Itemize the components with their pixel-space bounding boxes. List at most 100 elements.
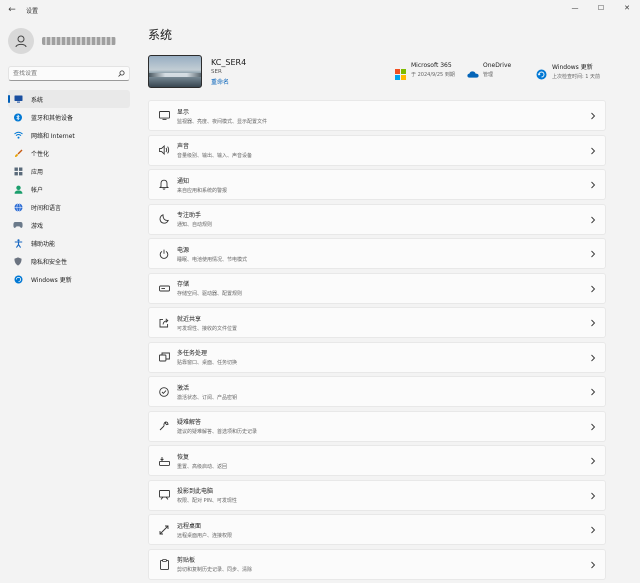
chevron-right-icon	[591, 457, 596, 465]
row-title: 通知	[177, 177, 190, 185]
settings-row-project-to-pc[interactable]: 投影到此电脑 权限、配对 PIN、可发现性	[148, 479, 606, 511]
page-title: 系统	[148, 28, 173, 42]
settings-row-remote-desktop[interactable]: 远程桌面 远程桌面用户、连接权限	[148, 514, 606, 545]
user-profile[interactable]	[8, 28, 116, 54]
row-title: 远程桌面	[177, 522, 202, 530]
sidebar-item-privacy[interactable]: 隐私和安全性	[8, 252, 130, 270]
sidebar-item-label: 网络和 Internet	[31, 132, 75, 140]
sidebar-item-accounts[interactable]: 帐户	[8, 180, 130, 198]
row-description: 激活状态、订阅、产品密钥	[177, 394, 238, 401]
row-description: 来自应用和系统的警报	[177, 187, 228, 194]
row-title: 存储	[177, 281, 190, 288]
sidebar-item-label: 应用	[31, 168, 44, 176]
sidebar-item-accessibility[interactable]: 辅助功能	[8, 234, 130, 252]
quick-onedrive[interactable]: OneDrive 管理	[467, 62, 511, 78]
chevron-right-icon	[591, 250, 596, 258]
settings-row-activation[interactable]: 激活 激活状态、订阅、产品密钥	[148, 376, 606, 407]
sidebar-item-system[interactable]: 系统	[8, 90, 130, 108]
power-icon	[158, 248, 170, 260]
minimize-button[interactable]: —	[562, 0, 588, 16]
sidebar-item-apps[interactable]: 应用	[8, 162, 130, 180]
desktop-wallpaper-thumbnail	[148, 55, 202, 88]
settings-row-multitasking[interactable]: 多任务处理 贴靠窗口、桌面、任务切换	[148, 341, 606, 373]
gamepad-icon	[13, 220, 23, 230]
back-button[interactable]: ←	[4, 2, 20, 18]
settings-row-clipboard[interactable]: 剪贴板 剪切和复制历史记录、同步、清除	[148, 548, 606, 580]
settings-row-display[interactable]: 显示 监视器、亮度、夜间模式、显示配置文件	[148, 100, 606, 131]
window-controls: — ☐ ✕	[562, 0, 640, 16]
update-icon	[13, 274, 23, 284]
sidebar-item-network[interactable]: 网络和 Internet	[8, 126, 130, 144]
row-description: 远程桌面用户、连接权限	[177, 532, 233, 539]
search-icon[interactable]	[117, 70, 125, 78]
quick-microsoft365[interactable]: Microsoft 365 于 2024/9/25 到期	[395, 62, 455, 80]
row-title: 电源	[177, 246, 190, 254]
row-description: 睡眠、电池使用情况、节电模式	[177, 256, 248, 263]
row-description: 监视器、亮度、夜间模式、显示配置文件	[177, 118, 268, 125]
sidebar-item-gaming[interactable]: 游戏	[8, 216, 130, 234]
row-title: 激活	[177, 384, 190, 392]
quick-title: OneDrive	[483, 62, 512, 69]
chevron-right-icon	[591, 112, 596, 120]
row-title: 多任务处理	[177, 350, 208, 357]
chevron-right-icon	[591, 147, 596, 154]
chevron-right-icon	[591, 181, 596, 189]
display-icon	[158, 110, 170, 122]
chevron-right-icon	[591, 423, 596, 430]
row-title: 显示	[177, 108, 190, 116]
settings-row-storage[interactable]: 存储 存储空间、驱动器、配置规则	[148, 272, 606, 304]
chevron-right-icon	[591, 354, 596, 361]
sidebar-item-label: Windows 更新	[31, 276, 72, 284]
sidebar-item-label: 隐私和安全性	[31, 258, 68, 266]
row-title: 声音	[177, 143, 190, 150]
row-title: 就近共享	[177, 315, 202, 323]
close-button[interactable]: ✕	[614, 0, 640, 16]
row-title: 疑难解答	[177, 419, 202, 426]
settings-row-notifications[interactable]: 通知 来自应用和系统的警报	[148, 169, 606, 200]
settings-row-power[interactable]: 电源 睡眠、电池使用情况、节电模式	[148, 238, 606, 269]
quick-subtitle: 管理	[483, 72, 494, 78]
storage-icon	[158, 282, 170, 294]
quick-windows-update[interactable]: Windows 更新 上次检查时间: 1 天前	[536, 62, 600, 80]
device-card: KC_SER4 SER 重命名	[148, 55, 246, 88]
project-icon	[158, 489, 170, 501]
person-icon	[15, 35, 27, 48]
remote-icon	[158, 524, 170, 536]
recovery-icon	[158, 455, 170, 467]
user-name-redacted	[42, 37, 116, 45]
settings-row-troubleshoot[interactable]: 疑难解答 建议的疑难解答、首选项和历史记录	[148, 410, 606, 442]
multitask-icon	[158, 351, 170, 363]
maximize-button[interactable]: ☐	[588, 0, 614, 16]
rename-link[interactable]: 重命名	[211, 77, 246, 86]
wrench-icon	[158, 420, 170, 432]
microsoft-logo-icon	[395, 65, 406, 80]
row-title: 专注助手	[177, 212, 202, 219]
sidebar-item-windows-update[interactable]: Windows 更新	[8, 270, 130, 288]
settings-row-sound[interactable]: 声音 音量级别、输出、输入、声音设备	[148, 134, 606, 166]
row-description: 建议的疑难解答、首选项和历史记录	[177, 429, 258, 435]
cloud-icon	[467, 65, 479, 78]
chevron-right-icon	[591, 388, 596, 396]
search-input[interactable]	[13, 70, 117, 77]
device-model: SER	[211, 68, 222, 75]
settings-row-focus-assist[interactable]: 专注助手 通知、自动规则	[148, 203, 606, 235]
chevron-right-icon	[591, 492, 596, 499]
search-box[interactable]	[8, 66, 130, 81]
check-circle-icon	[158, 386, 170, 398]
sidebar-item-time-language[interactable]: 时间和语言	[8, 198, 130, 216]
row-title: 恢复	[177, 453, 190, 461]
sidebar-nav: 系统 蓝牙和其他设备 网络和 Internet 个性化 应用 帐户 时间和语言 …	[8, 90, 130, 288]
accessibility-icon	[13, 238, 23, 248]
sidebar-item-label: 系统	[31, 96, 44, 104]
sidebar-item-personalization[interactable]: 个性化	[8, 144, 130, 162]
account-icon	[13, 184, 23, 194]
sidebar-item-bluetooth[interactable]: 蓝牙和其他设备	[8, 108, 130, 126]
row-description: 贴靠窗口、桌面、任务切换	[177, 360, 238, 366]
row-description: 剪切和复制历史记录、同步、清除	[177, 567, 253, 573]
settings-row-nearby-sharing[interactable]: 就近共享 可发现性、接收的文件位置	[148, 307, 606, 338]
bluetooth-icon	[13, 112, 23, 122]
settings-row-recovery[interactable]: 恢复 重置、高级启动、返回	[148, 445, 606, 476]
speaker-icon	[158, 144, 170, 156]
wifi-icon	[13, 130, 23, 140]
maximize-icon: ☐	[597, 4, 605, 12]
